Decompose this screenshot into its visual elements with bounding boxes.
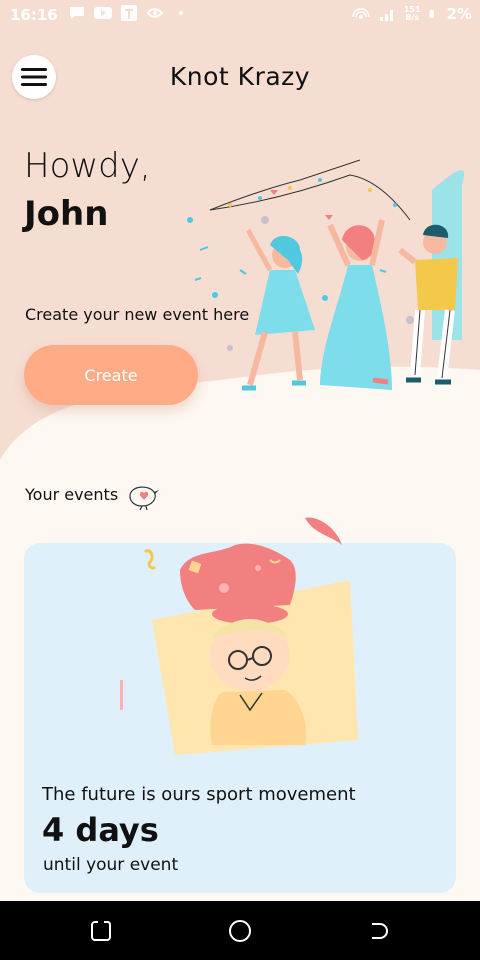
status-bar: 16:16 151 B/s 2%: [0, 0, 480, 30]
battery-percent: 2%: [446, 5, 472, 23]
party-illustration: [187, 159, 465, 391]
person-with-hat-illustration: [120, 517, 358, 755]
greeting: Howdy,: [24, 146, 151, 186]
t-app-icon: [121, 5, 137, 21]
home-button[interactable]: [228, 919, 252, 943]
event-subtitle: until your event: [43, 855, 179, 875]
status-time: 16:16: [10, 6, 58, 24]
notification-icons: [68, 5, 190, 21]
battery-icon: [429, 9, 434, 18]
bird-app-icon: [146, 8, 164, 18]
signal-icon: [379, 10, 393, 21]
events-heading: Your events: [25, 485, 119, 504]
event-days-left: 4 days: [42, 811, 159, 849]
event-title: The future is ours sport movement: [42, 784, 356, 805]
recents-button[interactable]: [89, 919, 113, 943]
app-title: Knot Krazy: [169, 62, 311, 91]
hotspot-icon: [352, 8, 370, 19]
youtube-icon: [94, 7, 112, 19]
back-button[interactable]: [366, 919, 390, 943]
user-name: John: [24, 194, 109, 234]
navigation-bar: [0, 901, 480, 960]
network-speed-unit: B/s: [405, 13, 420, 22]
network-speed: 151 B/s: [404, 6, 421, 22]
bird-icon: [129, 486, 159, 511]
system-icons: 151 B/s 2%: [352, 5, 472, 23]
dot-icon: [179, 11, 183, 15]
chat-icon: [70, 7, 84, 19]
